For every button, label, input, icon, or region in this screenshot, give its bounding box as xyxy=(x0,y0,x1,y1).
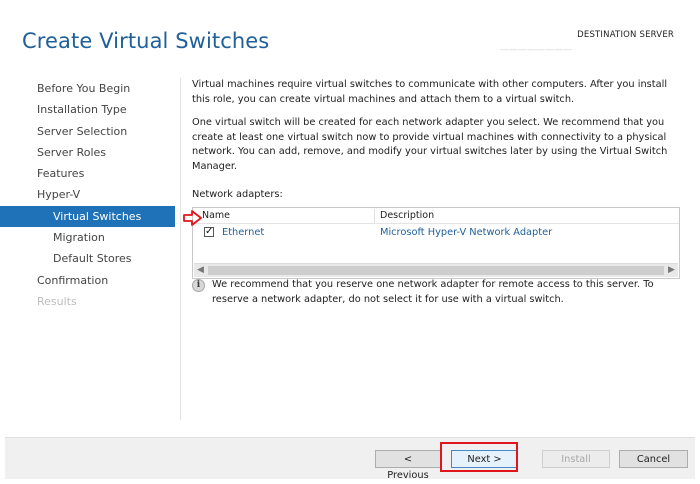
info-icon: i xyxy=(192,279,205,292)
destination-server-label: DESTINATION SERVER xyxy=(577,30,674,40)
chevron-right-icon[interactable]: ▶ xyxy=(665,264,678,277)
nav-item-installation-type[interactable]: Installation Type xyxy=(0,99,175,120)
horizontal-scrollbar[interactable]: ◀ ▶ xyxy=(194,262,678,277)
install-button: Install xyxy=(542,450,610,468)
nav-item-migration[interactable]: Migration xyxy=(0,227,175,248)
column-separator[interactable] xyxy=(374,208,375,223)
content-pane: Virtual machines require virtual switche… xyxy=(192,78,680,279)
recommendation-paragraph: One virtual switch will be created for e… xyxy=(192,117,668,172)
table-header: Name Description xyxy=(193,208,679,224)
nav-item-confirmation[interactable]: Confirmation xyxy=(0,270,175,291)
adapter-description: Microsoft Hyper-V Network Adapter xyxy=(380,226,553,238)
page-title: Create Virtual Switches xyxy=(22,29,270,53)
column-header-description[interactable]: Description xyxy=(380,208,434,223)
info-text: We recommend that you reserve one networ… xyxy=(212,279,654,305)
wizard-footer: < Previous Next > Install Cancel xyxy=(5,437,695,481)
next-button-highlight xyxy=(440,442,518,472)
ethernet-checkbox[interactable]: ✓ xyxy=(204,226,214,237)
red-arrow-icon xyxy=(183,210,202,226)
destination-server-value: ———————— xyxy=(500,45,572,55)
wizard-nav: Before You Begin Installation Type Serve… xyxy=(0,78,175,312)
cancel-button[interactable]: Cancel xyxy=(619,450,688,468)
nav-item-features[interactable]: Features xyxy=(0,163,175,184)
network-adapters-label: Network adapters: xyxy=(192,189,283,200)
nav-item-server-selection[interactable]: Server Selection xyxy=(0,121,175,142)
network-adapters-table: Name Description ✓ Ethernet Microsoft Hy… xyxy=(192,206,680,279)
scrollbar-thumb[interactable] xyxy=(208,265,664,275)
nav-item-default-stores[interactable]: Default Stores xyxy=(0,248,175,269)
nav-item-hyper-v[interactable]: Hyper-V xyxy=(0,184,175,205)
table-row[interactable]: ✓ Ethernet Microsoft Hyper-V Network Ada… xyxy=(193,224,679,241)
nav-item-before-you-begin[interactable]: Before You Begin xyxy=(0,78,175,99)
intro-paragraph: Virtual machines require virtual switche… xyxy=(192,79,668,105)
previous-button[interactable]: < Previous xyxy=(375,450,441,481)
nav-divider xyxy=(180,78,181,420)
chevron-left-icon[interactable]: ◀ xyxy=(194,264,207,277)
info-note: i We recommend that you reserve one netw… xyxy=(192,278,680,307)
adapter-name: Ethernet xyxy=(222,226,265,238)
column-header-name[interactable]: Name xyxy=(202,208,230,223)
nav-item-server-roles[interactable]: Server Roles xyxy=(0,142,175,163)
nav-item-results: Results xyxy=(37,294,77,308)
nav-item-virtual-switches[interactable]: Virtual Switches xyxy=(0,205,175,228)
